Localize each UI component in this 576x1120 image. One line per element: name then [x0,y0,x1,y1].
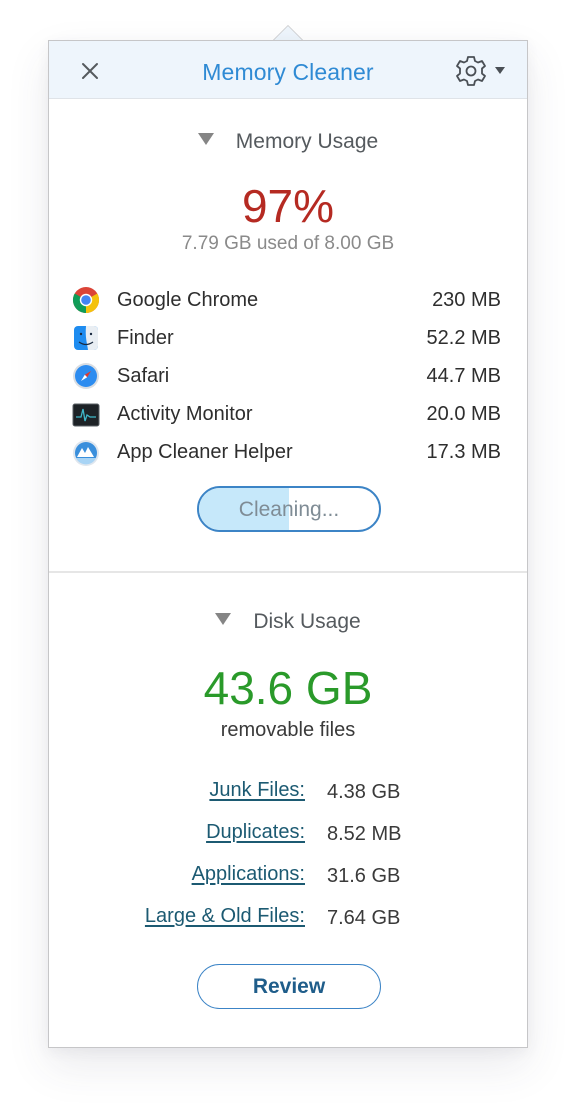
disk-usage-toggle[interactable]: Disk Usage [49,610,527,634]
junk-files-link[interactable]: Junk Files: [209,779,305,802]
category-row: Applications: 31.6 GB [49,858,527,900]
activity-monitor-icon [71,400,101,430]
list-item: Google Chrome 230 MB [71,281,501,319]
app-memory-size: 20.0 MB [426,403,501,426]
category-row: Duplicates: 8.52 MB [49,816,527,858]
memory-usage-title: Memory Usage [235,130,379,153]
cleaning-label: Cleaning... [238,498,340,521]
disk-usage-title: Disk Usage [253,610,361,633]
memory-usage-toggle[interactable]: Memory Usage [49,130,527,154]
caret-down-icon [495,67,505,74]
app-memory-size: 230 MB [432,288,501,311]
category-value: 8.52 MB [327,823,402,845]
app-cleaner-helper-icon [71,438,101,468]
list-item: Activity Monitor 20.0 MB [71,396,501,434]
app-name: Safari [117,364,170,387]
safari-icon [71,361,101,391]
finder-icon [71,323,101,353]
app-name: Google Chrome [117,288,259,311]
removable-label: removable files [220,719,356,741]
category-value: 31.6 GB [327,865,401,887]
app-list: Google Chrome 230 MB Finder 52.2 MB Safa… [71,281,501,472]
app-name: App Cleaner Helper [117,441,293,464]
duplicates-link[interactable]: Duplicates: [206,821,305,844]
list-item: Safari 44.7 MB [71,357,501,395]
category-value: 4.38 GB [327,781,401,803]
memory-percent: 97% [241,180,335,232]
settings-menu-button[interactable] [453,55,509,87]
disclosure-triangle-icon [197,133,214,145]
category-row: Large & Old Files: 7.64 GB [49,900,527,942]
category-row: Junk Files: 4.38 GB [49,774,527,816]
app-name: Activity Monitor [117,403,253,426]
memory-cleaner-popover: Memory Cleaner Memory Usage 97% 7.79 GB … [48,40,528,1048]
category-value: 7.64 GB [327,907,401,929]
list-item: Finder 52.2 MB [71,319,501,357]
large-old-files-link[interactable]: Large & Old Files: [145,905,305,928]
app-name: Finder [117,326,174,349]
cleaning-button[interactable]: Cleaning... [197,486,381,532]
gear-icon [456,56,486,86]
section-divider [49,571,527,573]
list-item: App Cleaner Helper 17.3 MB [71,434,501,472]
app-memory-size: 44.7 MB [426,364,501,387]
memory-usage-text: 7.79 GB used of 8.00 GB [181,233,395,254]
header-bar: Memory Cleaner [49,41,527,99]
app-memory-size: 17.3 MB [426,441,501,464]
disclosure-triangle-icon [215,613,232,625]
disk-category-list: Junk Files: 4.38 GB Duplicates: 8.52 MB … [49,774,527,942]
applications-link[interactable]: Applications: [192,863,305,886]
app-memory-size: 52.2 MB [426,326,501,349]
review-button[interactable]: Review [197,964,381,1009]
chrome-icon [71,285,101,315]
removable-size: 43.6 GB [203,662,373,714]
